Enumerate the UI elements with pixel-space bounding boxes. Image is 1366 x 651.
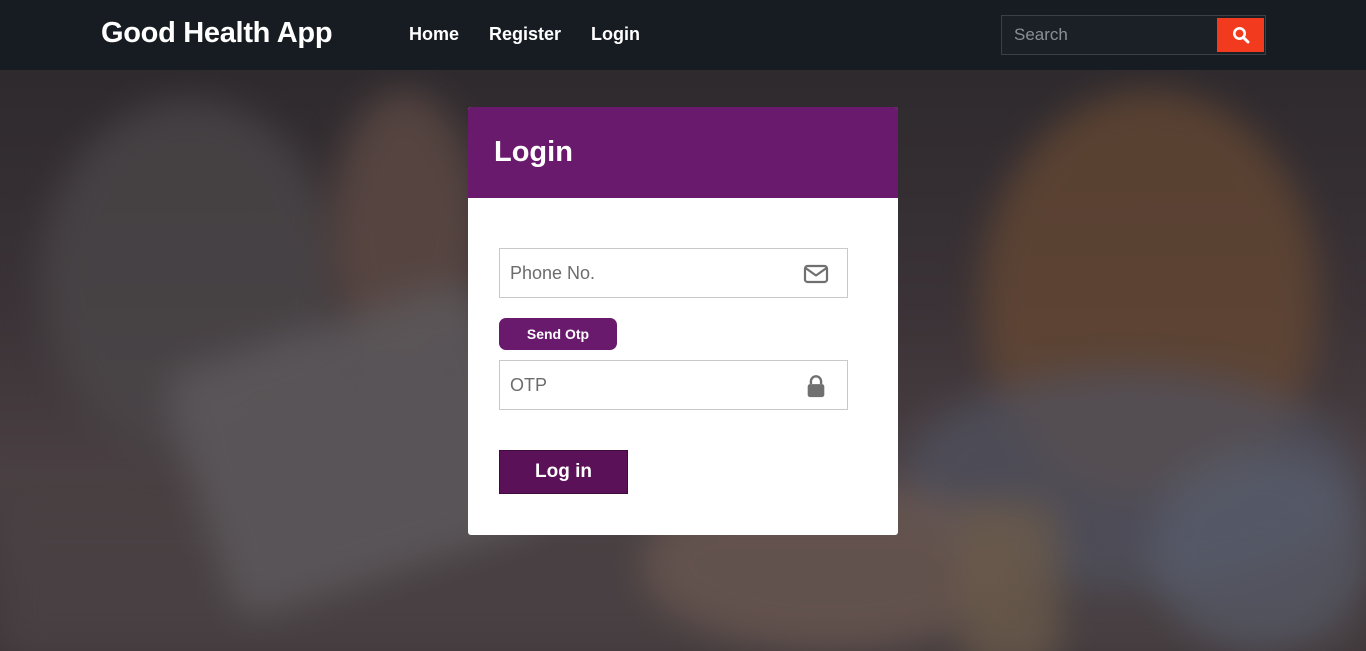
phone-input[interactable] <box>500 249 790 297</box>
login-title: Login <box>494 136 573 168</box>
nav-link-login[interactable]: Login <box>591 24 640 45</box>
top-navbar: Good Health App Home Register Login <box>0 0 1366 70</box>
phone-field <box>499 248 848 298</box>
send-otp-button[interactable]: Send Otp <box>499 318 617 350</box>
nav-link-home[interactable]: Home <box>409 24 459 45</box>
envelope-icon <box>803 264 829 284</box>
search-button[interactable] <box>1217 18 1264 52</box>
nav-links: Home Register Login <box>409 24 640 45</box>
lock-icon <box>807 375 825 398</box>
login-card-header: Login <box>468 107 898 198</box>
login-submit-button[interactable]: Log in <box>499 450 628 494</box>
search-icon <box>1232 27 1249 44</box>
login-card: Login Send Otp Log in <box>468 107 898 535</box>
otp-input[interactable] <box>500 361 790 409</box>
search-box <box>1001 15 1266 55</box>
search-input[interactable] <box>1002 16 1217 54</box>
brand-logo[interactable]: Good Health App <box>101 17 333 50</box>
nav-link-register[interactable]: Register <box>489 24 561 45</box>
otp-field <box>499 360 848 410</box>
